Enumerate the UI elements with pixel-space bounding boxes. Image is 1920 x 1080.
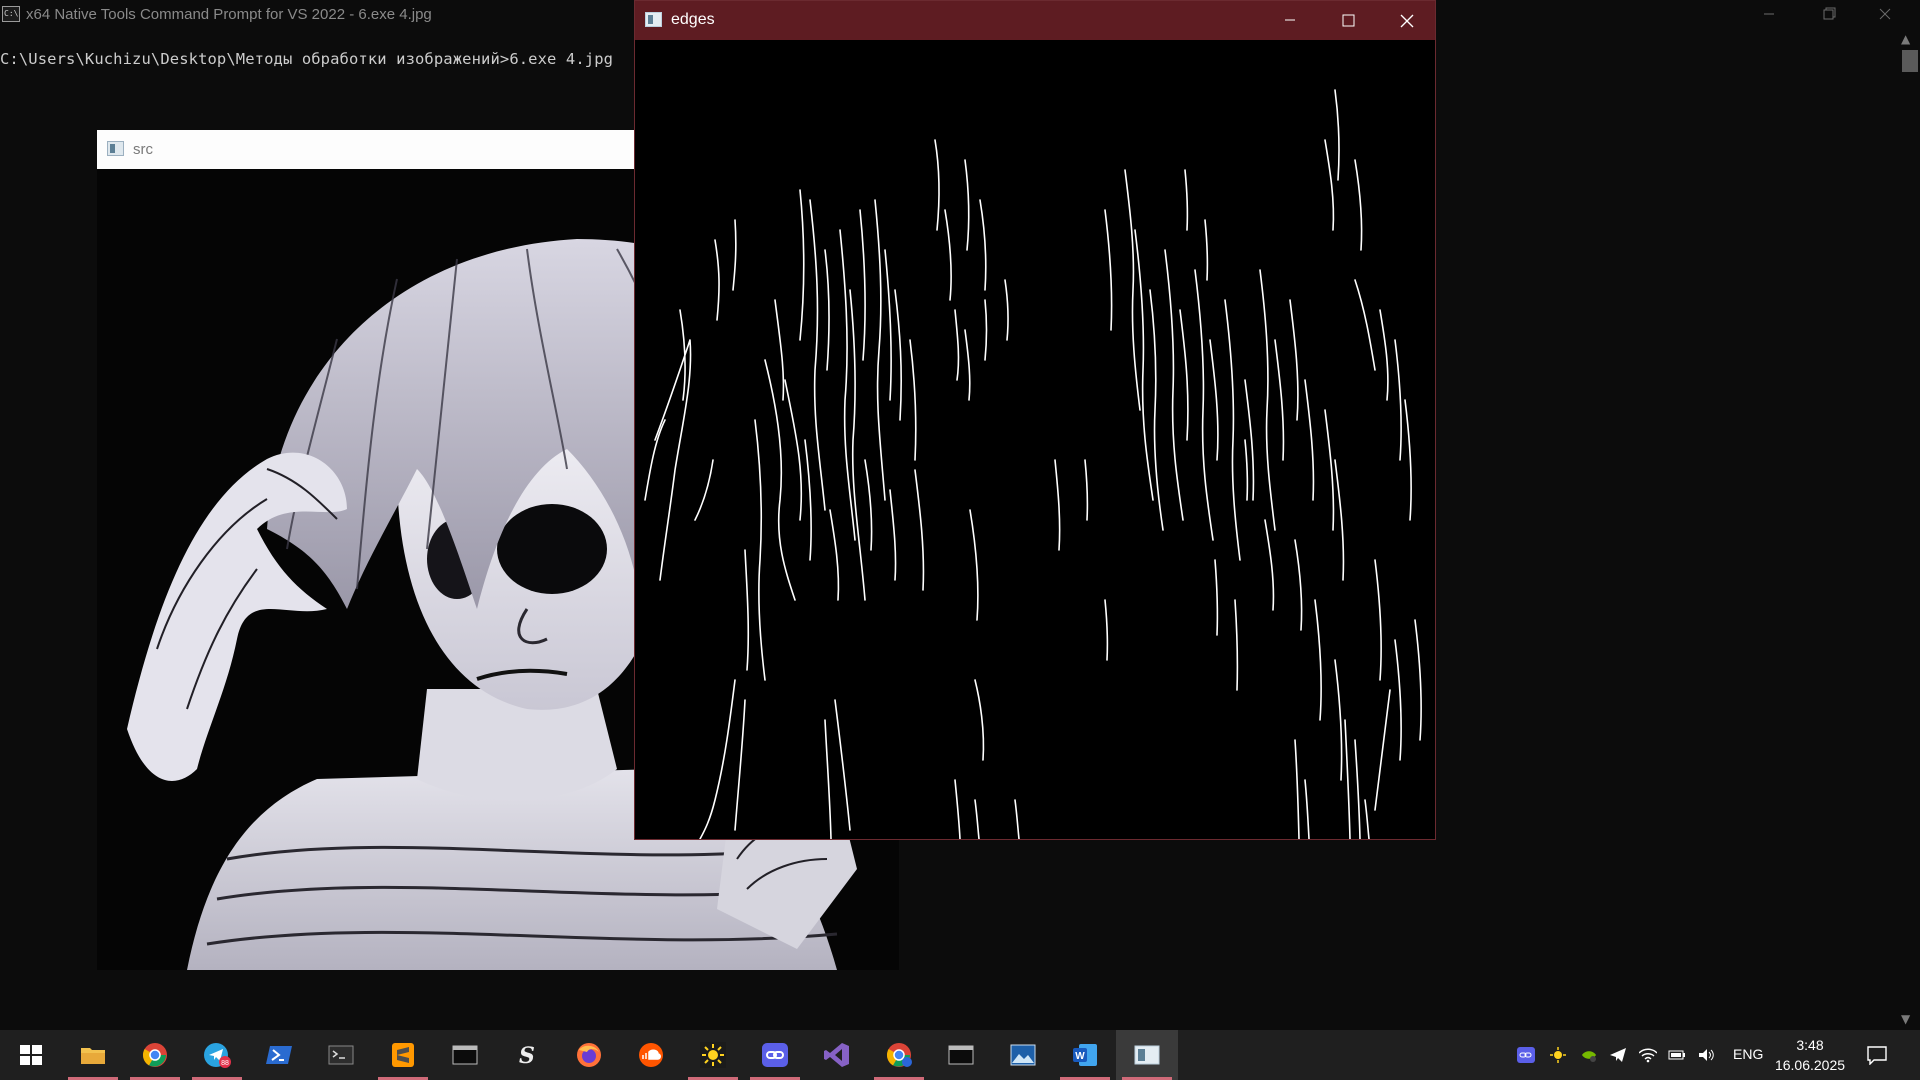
console-minimize-button[interactable] (1740, 0, 1798, 30)
taskbar-soundcloud[interactable] (620, 1030, 682, 1080)
edges-window-title: edges (671, 11, 715, 28)
soundcloud-icon (639, 1043, 663, 1067)
taskbar-console-2[interactable] (930, 1030, 992, 1080)
taskbar-sun-app[interactable] (682, 1030, 744, 1080)
s-icon: S (519, 1043, 535, 1068)
console-icon (452, 1045, 478, 1065)
edges-maximize-button[interactable] (1319, 1, 1377, 40)
src-window-title: src (133, 141, 153, 158)
window-icon (645, 12, 662, 27)
edges-titlebar[interactable]: edges (635, 1, 1435, 40)
nvidia-tray-icon[interactable] (1580, 1047, 1598, 1063)
edges-minimize-button[interactable] (1261, 1, 1319, 40)
taskbar-terminal[interactable] (310, 1030, 372, 1080)
volume-icon[interactable] (1698, 1047, 1716, 1063)
telegram-badge: 88 (221, 1060, 229, 1067)
taskbar-word[interactable]: W (1054, 1030, 1116, 1080)
clock[interactable]: 3:48 16.06.2025 (1770, 1035, 1850, 1075)
taskbar-console[interactable] (434, 1030, 496, 1080)
battery-icon[interactable] (1668, 1047, 1686, 1063)
taskbar-visual-studio[interactable] (806, 1030, 868, 1080)
edges-window[interactable]: edges (634, 0, 1436, 840)
chrome-canary-icon (886, 1043, 912, 1067)
wifi-icon[interactable] (1639, 1047, 1657, 1063)
edges-close-button[interactable] (1377, 1, 1435, 40)
notification-icon[interactable] (1866, 1045, 1888, 1065)
powershell-icon (266, 1046, 292, 1064)
sun-tray-icon[interactable] (1549, 1047, 1567, 1063)
window-icon (107, 141, 124, 156)
taskbar-opencv-window[interactable] (1116, 1030, 1178, 1080)
word-icon: W (1073, 1044, 1097, 1066)
terminal-icon (328, 1045, 354, 1065)
taskbar-telegram[interactable]: 88 (186, 1030, 248, 1080)
console-command-line[interactable]: C:\Users\Kuchizu\Desktop\Методы обработк… (0, 50, 613, 68)
console-app-icon: C:\ (2, 6, 20, 22)
console-title: x64 Native Tools Command Prompt for VS 2… (26, 6, 432, 23)
start-button[interactable] (0, 1030, 62, 1080)
windows-icon (20, 1045, 42, 1065)
console-scrollbar[interactable] (1898, 30, 1920, 1030)
taskbar-link-app[interactable] (744, 1030, 806, 1080)
sun-icon (700, 1042, 726, 1068)
firefox-icon (577, 1043, 601, 1067)
taskbar-chrome[interactable] (124, 1030, 186, 1080)
folder-icon (81, 1048, 105, 1064)
sublime-icon (392, 1043, 414, 1067)
link-tray-icon[interactable] (1517, 1047, 1535, 1063)
chrome-icon (142, 1043, 167, 1067)
taskbar-app-s[interactable]: S (496, 1030, 558, 1080)
console-restore-button[interactable] (1798, 0, 1856, 30)
scroll-down-icon[interactable]: ▼ (1901, 1012, 1910, 1026)
telegram-tray-icon[interactable] (1609, 1047, 1627, 1063)
console-icon (948, 1045, 974, 1065)
taskbar-sublime-text[interactable] (372, 1030, 434, 1080)
svg-text:S: S (519, 1043, 535, 1068)
taskbar: 88 S W ENG 3:48 16.06.2025 (0, 1030, 1920, 1080)
console-close-button[interactable] (1856, 0, 1914, 30)
clock-date: 16.06.2025 (1774, 1057, 1846, 1073)
console-scroll-thumb[interactable] (1902, 50, 1918, 72)
link-icon (762, 1043, 788, 1067)
taskbar-powershell[interactable] (248, 1030, 310, 1080)
svg-text:W: W (1075, 1051, 1085, 1062)
language-indicator[interactable]: ENG (1733, 1046, 1763, 1062)
taskbar-firefox[interactable] (558, 1030, 620, 1080)
scroll-up-icon[interactable]: ▲ (1901, 32, 1910, 46)
photos-icon (1010, 1044, 1036, 1066)
clock-time: 3:48 (1796, 1037, 1824, 1053)
telegram-icon: 88 (204, 1043, 231, 1068)
visual-studio-icon (824, 1043, 849, 1067)
taskbar-file-explorer[interactable] (62, 1030, 124, 1080)
taskbar-photos[interactable] (992, 1030, 1054, 1080)
taskbar-chrome-canary[interactable] (868, 1030, 930, 1080)
edges-image (635, 40, 1435, 839)
window-icon (1134, 1045, 1160, 1065)
